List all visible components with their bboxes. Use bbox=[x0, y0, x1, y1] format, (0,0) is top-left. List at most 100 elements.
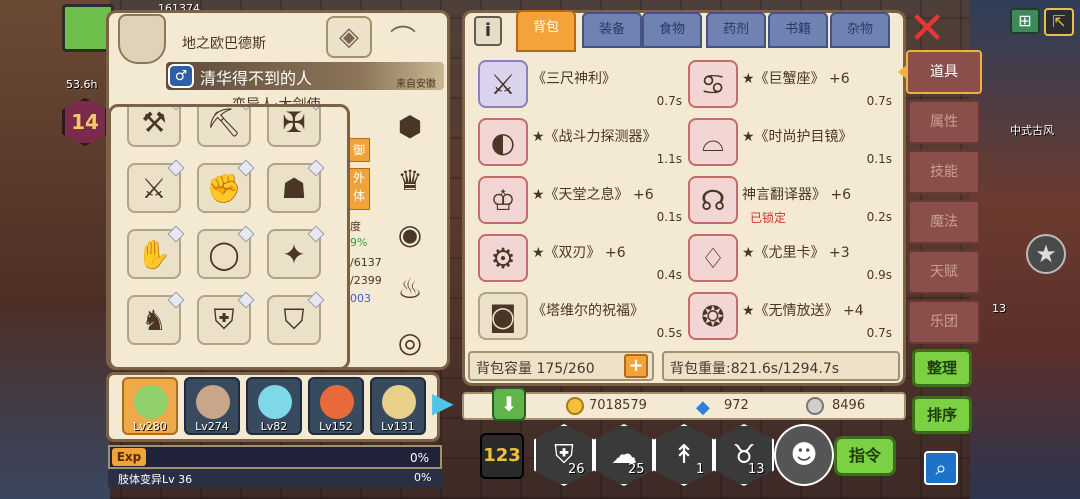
blue-ring-icon[interactable]: ◎ bbox=[384, 316, 436, 368]
menu-item-band[interactable]: 乐团 bbox=[908, 300, 980, 344]
avatar bbox=[320, 385, 354, 419]
avatar bbox=[134, 385, 168, 419]
tab-books[interactable]: 书籍 bbox=[768, 12, 828, 48]
flame-icon[interactable]: ♨ bbox=[384, 262, 436, 314]
peek-label-b: 体 bbox=[352, 189, 365, 203]
crossbow-icon[interactable]: ✠ bbox=[267, 107, 321, 147]
list-item[interactable]: ♢ ★《尤里卡》 +3 0.9s bbox=[688, 230, 894, 284]
twin-blade-icon: ⚙ bbox=[478, 234, 528, 282]
peek-stat: 度 bbox=[350, 220, 361, 233]
organize-button[interactable]: 整理 bbox=[912, 349, 972, 387]
number-sort-button[interactable]: 123 bbox=[480, 433, 524, 479]
axe-icon[interactable]: ⚒ bbox=[127, 107, 181, 147]
slot-count: 1 bbox=[696, 462, 705, 477]
list-item[interactable]: ❂ ★《无情放送》 +4 0.7s bbox=[688, 288, 894, 342]
fist-glove-icon[interactable]: ✋ bbox=[127, 229, 181, 279]
item-weight: 0.7s bbox=[656, 94, 682, 108]
list-item[interactable]: ◐ ★《战斗力探测器》 1.1s bbox=[478, 114, 684, 168]
list-item[interactable]: ⌓ ★《时尚护目镜》 0.1s bbox=[688, 114, 894, 168]
party-level: Lv131 bbox=[381, 420, 415, 433]
slot-count: 13 bbox=[748, 462, 765, 477]
party-member[interactable]: Lv280 bbox=[122, 377, 178, 435]
peek-label-a: 外 bbox=[352, 171, 365, 185]
item-name: 《塔维尔的祝福》 bbox=[532, 303, 644, 319]
close-icon[interactable]: ✕ bbox=[908, 7, 946, 51]
party-next-arrow-icon[interactable]: ▶ bbox=[432, 386, 454, 428]
red-helm-icon[interactable]: ☗ bbox=[267, 163, 321, 213]
list-item[interactable]: ⚙ ★《双刃》 +6 0.4s bbox=[478, 230, 684, 284]
skill-percent: 0% bbox=[414, 471, 432, 484]
great-axe-icon[interactable]: ⚔ bbox=[127, 163, 181, 213]
amulet-icon: ❂ bbox=[688, 292, 738, 340]
peek-stat: /2399 bbox=[350, 274, 382, 287]
search-icon[interactable]: ⌕ bbox=[924, 451, 958, 485]
menu-item-magic[interactable]: 魔法 bbox=[908, 200, 980, 244]
crab-icon: ♋ bbox=[688, 60, 738, 108]
diamond-amount: 972 bbox=[724, 398, 749, 413]
gold-coin-icon bbox=[566, 397, 584, 419]
item-weight: 0.1s bbox=[866, 152, 892, 166]
tab-misc[interactable]: 杂物 bbox=[830, 12, 890, 48]
tab-potion[interactable]: 药剂 bbox=[706, 12, 766, 48]
menu-item-talent[interactable]: 天赋 bbox=[908, 250, 980, 294]
list-item[interactable]: ♔ ★《天堂之息》 +6 0.1s bbox=[478, 172, 684, 226]
order-button[interactable]: 排序 bbox=[912, 396, 972, 434]
exit-icon[interactable]: ⇱ bbox=[1044, 8, 1074, 36]
goggles-icon: ⌓ bbox=[688, 118, 738, 166]
menu-item-skills[interactable]: 技能 bbox=[908, 150, 980, 194]
jade-ring-icon[interactable]: ◯ bbox=[197, 229, 251, 279]
side-number: 13 bbox=[992, 302, 1006, 315]
list-item[interactable]: ⚔ 《三尺神利》 0.7s bbox=[478, 56, 684, 110]
party-level: Lv280 bbox=[133, 420, 167, 433]
tab-food[interactable]: 食物 bbox=[642, 12, 702, 48]
party-member[interactable]: Lv274 bbox=[184, 377, 240, 435]
download-icon[interactable]: ⬇ bbox=[492, 387, 526, 421]
menu-item-attributes[interactable]: 属性 bbox=[908, 100, 980, 144]
expand-bag-button[interactable]: + bbox=[624, 354, 648, 378]
purple-armor-icon[interactable]: ⛉ bbox=[267, 295, 321, 345]
crown-icon[interactable]: ♛ bbox=[384, 154, 436, 206]
party-member[interactable]: Lv131 bbox=[370, 377, 426, 435]
menu-item-items[interactable]: 道具 bbox=[906, 50, 982, 94]
item-name: ★《时尚护目镜》 bbox=[742, 129, 853, 145]
item-name: ★《尤里卡》 +3 bbox=[742, 245, 850, 261]
character-origin: 来自安徽 bbox=[396, 79, 436, 90]
list-item[interactable]: ☊ 神言翻译器》 +6 已锁定 0.2s bbox=[688, 172, 894, 226]
map-icon[interactable]: ⊞ bbox=[1010, 8, 1040, 34]
peek-stat: 9% bbox=[350, 236, 368, 249]
crystal-icon-button[interactable]: ◈ bbox=[326, 16, 372, 58]
pickaxe-icon[interactable]: ⛏ bbox=[197, 107, 251, 147]
scene-left bbox=[0, 0, 110, 499]
list-item[interactable]: ♋ ★《巨蟹座》 +6 0.7s bbox=[688, 56, 894, 110]
map-label: 中式古风 bbox=[1010, 124, 1054, 137]
item-name: 《三尺神利》 bbox=[532, 71, 616, 87]
item-name: ★《战斗力探测器》 bbox=[532, 129, 657, 145]
item-name: ★《天堂之息》 +6 bbox=[532, 187, 654, 203]
peek-button-2[interactable]: 外体 bbox=[348, 168, 370, 210]
male-icon: ♂ bbox=[168, 64, 194, 88]
boots-icon[interactable]: ♞ bbox=[127, 295, 181, 345]
exp-percent: 0% bbox=[410, 451, 430, 465]
party-level: Lv274 bbox=[195, 420, 229, 433]
peek-stat: 003 bbox=[350, 292, 371, 305]
red-armor-icon[interactable]: ⛨ bbox=[197, 295, 251, 345]
command-button[interactable]: 指令 bbox=[834, 436, 896, 476]
peek-button[interactable]: 御 bbox=[348, 138, 370, 162]
item-weight: 0.7s bbox=[866, 326, 892, 340]
red-chest-icon[interactable]: ◉ bbox=[384, 208, 436, 260]
avatar bbox=[258, 385, 292, 419]
info-button[interactable]: i bbox=[474, 16, 502, 46]
party-member[interactable]: Lv152 bbox=[308, 377, 364, 435]
tab-bag[interactable]: 背包 bbox=[516, 10, 576, 52]
hud-rate: 53.6h bbox=[66, 78, 98, 91]
star-icon[interactable]: ★ bbox=[1026, 234, 1066, 274]
character-portrait[interactable]: ☻ bbox=[774, 424, 834, 486]
list-item[interactable]: ◙ 《塔维尔的祝福》 0.5s bbox=[478, 288, 684, 342]
shield-icon[interactable]: ⬢ bbox=[384, 100, 436, 152]
tab-equipment[interactable]: 装备 bbox=[582, 12, 642, 48]
hanger-icon-button[interactable]: ⌒ bbox=[380, 16, 426, 58]
gauntlet-icon[interactable]: ✊ bbox=[197, 163, 251, 213]
party-member[interactable]: Lv82 bbox=[246, 377, 302, 435]
claw-icon[interactable]: ✦ bbox=[267, 229, 321, 279]
class-emblem-icon bbox=[118, 14, 166, 64]
